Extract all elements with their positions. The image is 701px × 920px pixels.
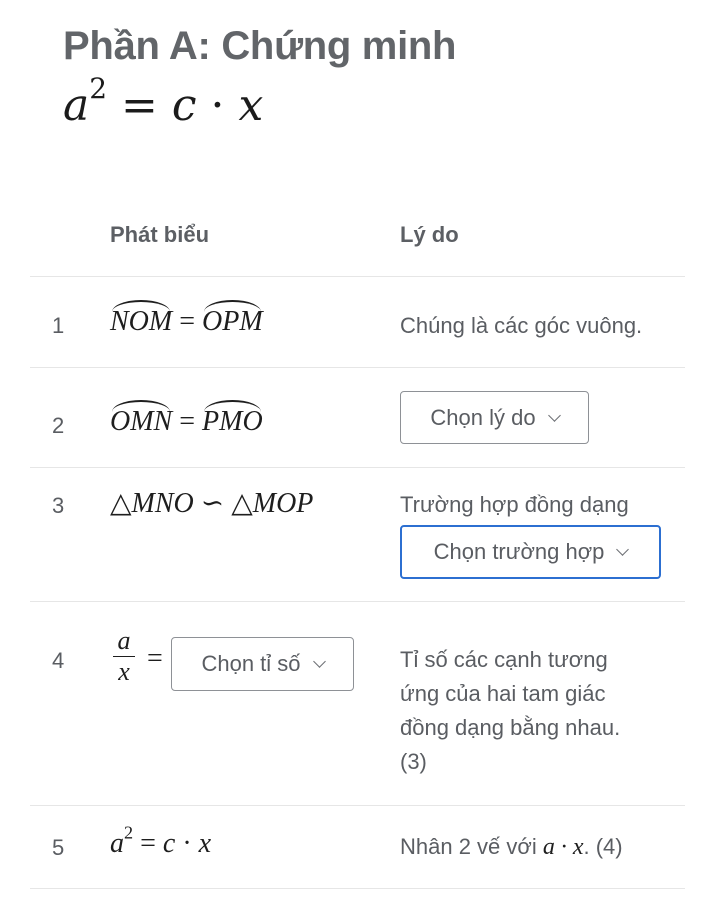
column-header-statement: Phát biểu bbox=[110, 222, 210, 247]
row-number: 5 bbox=[52, 835, 65, 860]
reason-text: Nhân 2 vế với a · x. (4) bbox=[400, 830, 623, 864]
row-number: 4 bbox=[52, 648, 65, 673]
dropdown-label: Chọn lý do bbox=[430, 404, 536, 430]
divider bbox=[30, 601, 685, 602]
numerator: a bbox=[117, 626, 131, 655]
divider bbox=[30, 276, 685, 277]
angle-left: NOM bbox=[110, 300, 173, 337]
title-equation: a2 = c · x bbox=[63, 72, 264, 132]
reason-text: Tỉ số các cạnh tương ứng của hai tam giá… bbox=[400, 647, 621, 774]
ratio-dropdown[interactable]: Chọn tỉ số bbox=[171, 637, 354, 691]
divider bbox=[30, 467, 685, 468]
divider bbox=[30, 805, 685, 806]
statement-math: a2 = c · x bbox=[110, 822, 212, 859]
row-number: 1 bbox=[52, 313, 65, 338]
denominator: x bbox=[118, 657, 130, 686]
chevron-down-icon bbox=[312, 655, 326, 668]
reason-suffix: . (4) bbox=[583, 834, 623, 859]
divider bbox=[30, 888, 685, 889]
reason-dropdown[interactable]: Chọn lý do bbox=[400, 391, 589, 444]
row-number: 3 bbox=[52, 493, 65, 518]
angle-left: OMN bbox=[110, 400, 173, 437]
fraction: a x bbox=[113, 628, 135, 685]
reason-text: Chúng là các góc vuông. bbox=[400, 313, 643, 338]
angle-right: PMO bbox=[202, 400, 263, 437]
similarity-case-dropdown[interactable]: Chọn trường hợp bbox=[400, 525, 661, 579]
dropdown-label: Chọn tỉ số bbox=[201, 651, 301, 676]
statement-math: NOM = OPM bbox=[110, 300, 263, 337]
page-title: Phần A: Chứng minh bbox=[63, 24, 457, 68]
reason-prefix: Nhân 2 vế với bbox=[400, 834, 543, 859]
divider bbox=[30, 367, 685, 368]
reason-math: a · x bbox=[542, 834, 584, 860]
dropdown-label: Chọn trường hợp bbox=[433, 539, 605, 564]
chevron-down-icon bbox=[616, 543, 630, 556]
reason-text: Trường hợp đồng dạng bbox=[400, 492, 629, 517]
row-number: 2 bbox=[52, 413, 65, 438]
equals-sign: = bbox=[147, 643, 163, 674]
column-header-reason: Lý do bbox=[400, 222, 459, 247]
angle-right: OPM bbox=[202, 300, 263, 337]
statement-math: OMN = PMO bbox=[110, 400, 263, 437]
statement-math: △MNO ∽ △MOP bbox=[110, 488, 314, 519]
chevron-down-icon bbox=[547, 408, 561, 422]
